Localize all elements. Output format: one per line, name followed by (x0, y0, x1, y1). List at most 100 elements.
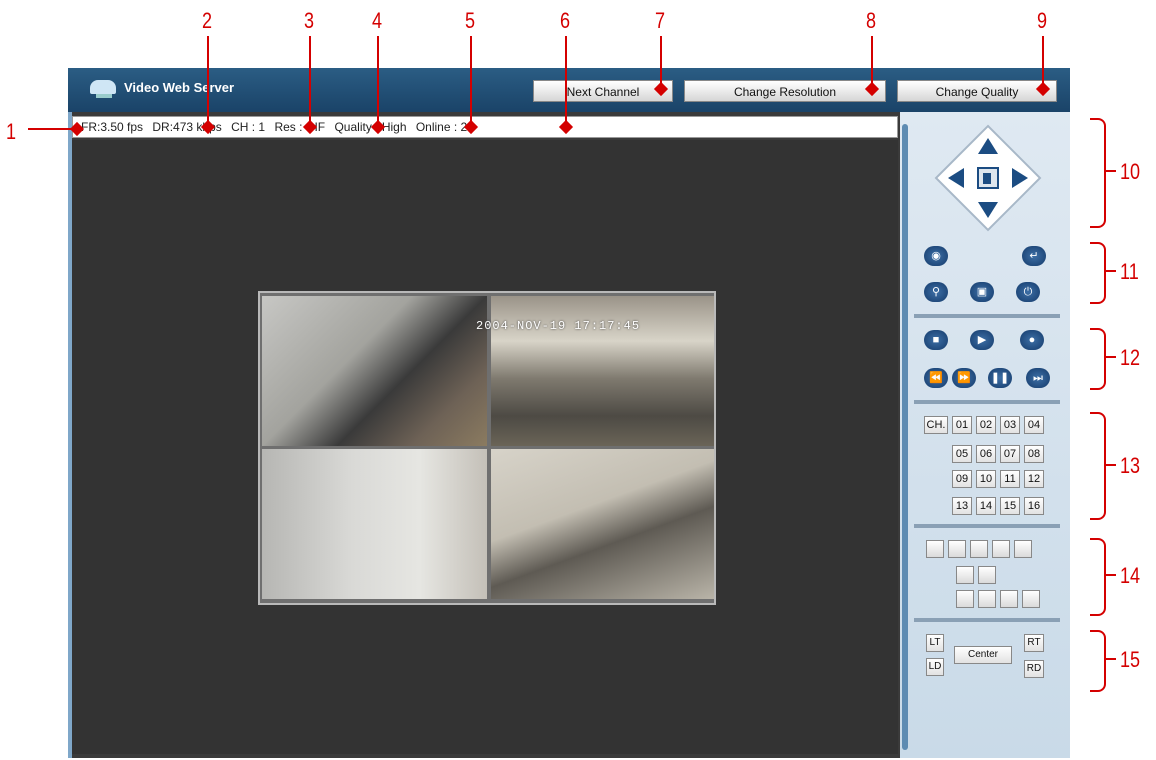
callout-number-1: 1 (6, 119, 17, 144)
separator (914, 524, 1060, 528)
panel-scrollbar[interactable] (902, 124, 908, 750)
callout-tick-10 (1104, 170, 1116, 172)
ptz-right-top-button[interactable]: RT (1024, 634, 1044, 652)
pause-icon[interactable]: ❚❚ (988, 368, 1012, 388)
callout-number-3: 3 (304, 8, 315, 33)
separator (914, 618, 1060, 622)
callout-line-7 (660, 36, 662, 88)
power-icon[interactable]: ⏻ (1016, 282, 1040, 302)
callout-tick-14 (1104, 574, 1116, 576)
server-logo-icon (90, 80, 116, 94)
channel-15-button[interactable]: 15 (1000, 497, 1020, 515)
ptz-direction-pad (934, 124, 1042, 232)
channel-13-button[interactable]: 13 (952, 497, 972, 515)
callout-number-14: 14 (1120, 563, 1141, 588)
video-timestamp: 2004-NOV-19 17:17:45 (476, 319, 641, 333)
callout-brace-10 (1090, 118, 1106, 228)
playback-search-icon[interactable]: ▣ (970, 282, 994, 302)
channel-10-button[interactable]: 10 (976, 470, 996, 488)
callout-tick-13 (1104, 464, 1116, 466)
ptz-center-button[interactable]: Center (954, 646, 1012, 664)
layout-split-icon[interactable] (978, 566, 996, 584)
callout-number-6: 6 (560, 8, 571, 33)
channel-09-button[interactable]: 09 (952, 470, 972, 488)
ptz-left-top-button[interactable]: LT (926, 634, 944, 652)
layout-quad-icon[interactable] (926, 540, 944, 558)
channel-03-button[interactable]: 03 (1000, 416, 1020, 434)
channel-11-button[interactable]: 11 (1000, 470, 1020, 488)
resolution-text: Res : CIF (274, 120, 326, 134)
channel-01-button[interactable]: 01 (952, 416, 972, 434)
camera-view-3[interactable] (262, 449, 487, 599)
callout-brace-12 (1090, 328, 1106, 390)
separator (914, 314, 1060, 318)
full-screen-icon[interactable] (978, 590, 996, 608)
layout-single-icon[interactable] (956, 566, 974, 584)
channel-16-button[interactable]: 16 (1024, 497, 1044, 515)
callout-line-9 (1042, 36, 1044, 88)
camera-view-4[interactable] (491, 449, 714, 599)
change-resolution-button[interactable]: Change Resolution (684, 80, 886, 102)
callout-tick-15 (1104, 658, 1116, 660)
channel-06-button[interactable]: 06 (976, 445, 996, 463)
ptz-left-down-button[interactable]: LD (926, 658, 944, 676)
camera-view-1[interactable] (262, 296, 487, 446)
channel-08-button[interactable]: 08 (1024, 445, 1044, 463)
channel-07-button[interactable]: 07 (1000, 445, 1020, 463)
callout-number-12: 12 (1120, 345, 1141, 370)
zoom-in-icon[interactable] (1022, 590, 1040, 608)
step-forward-icon[interactable]: ⏭ (1026, 368, 1050, 388)
channel-14-button[interactable]: 14 (976, 497, 996, 515)
separator (914, 400, 1060, 404)
return-icon[interactable]: ↵ (1022, 246, 1046, 266)
channel-02-button[interactable]: 02 (976, 416, 996, 434)
callout-number-13: 13 (1120, 453, 1141, 478)
change-quality-button[interactable]: Change Quality (897, 80, 1057, 102)
callout-number-7: 7 (655, 8, 666, 33)
callout-number-5: 5 (465, 8, 476, 33)
callout-number-15: 15 (1120, 647, 1141, 672)
channel-05-button[interactable]: 05 (952, 445, 972, 463)
callout-line-4 (377, 36, 379, 126)
callout-number-9: 9 (1037, 8, 1048, 33)
search-icon[interactable]: ⚲ (924, 282, 948, 302)
ptz-right-down-button[interactable]: RD (1024, 660, 1044, 678)
callout-tick-11 (1104, 270, 1116, 272)
callout-brace-11 (1090, 242, 1106, 304)
layout-thirteen-icon[interactable] (970, 540, 988, 558)
layout-nine-icon[interactable] (948, 540, 966, 558)
zoom-out-icon[interactable] (1000, 590, 1018, 608)
fast-forward-icon[interactable]: ⏩ (952, 368, 976, 388)
server-logo-base (96, 94, 112, 98)
record-icon[interactable]: ● (1020, 330, 1044, 350)
callout-line-5 (470, 36, 472, 126)
callout-tick-12 (1104, 356, 1116, 358)
stop-icon[interactable]: ■ (924, 330, 948, 350)
callout-line-2 (207, 36, 209, 126)
fit-screen-icon[interactable] (956, 590, 974, 608)
channel-12-button[interactable]: 12 (1024, 470, 1044, 488)
channel-mode-button[interactable]: CH. (924, 416, 948, 434)
callout-brace-14 (1090, 538, 1106, 616)
next-channel-button[interactable]: Next Channel (533, 80, 673, 102)
status-bar: FR:3.50 fps DR:473 kbps CH : 1 Res : CIF… (72, 116, 898, 138)
frame-rate-text: FR:3.50 fps (81, 120, 144, 134)
callout-line-8 (871, 36, 873, 88)
callout-line-3 (309, 36, 311, 126)
play-icon[interactable]: ▶ (970, 330, 994, 350)
online-text: Online : 2 (415, 120, 468, 134)
layout-pip-icon[interactable] (1014, 540, 1032, 558)
channel-04-button[interactable]: 04 (1024, 416, 1044, 434)
callout-brace-15 (1090, 630, 1106, 692)
callout-brace-13 (1090, 412, 1106, 520)
callout-number-11: 11 (1120, 259, 1139, 284)
layout-sixteen-icon[interactable] (992, 540, 1010, 558)
callout-number-4: 4 (372, 8, 383, 33)
channel-text: CH : 1 (231, 120, 266, 134)
rewind-icon[interactable]: ⏪ (924, 368, 948, 388)
callout-number-8: 8 (866, 8, 877, 33)
callout-number-10: 10 (1120, 159, 1141, 184)
lock-icon[interactable]: ◉ (924, 246, 948, 266)
callout-line-6 (565, 36, 567, 126)
app-title: Video Web Server (124, 80, 235, 95)
